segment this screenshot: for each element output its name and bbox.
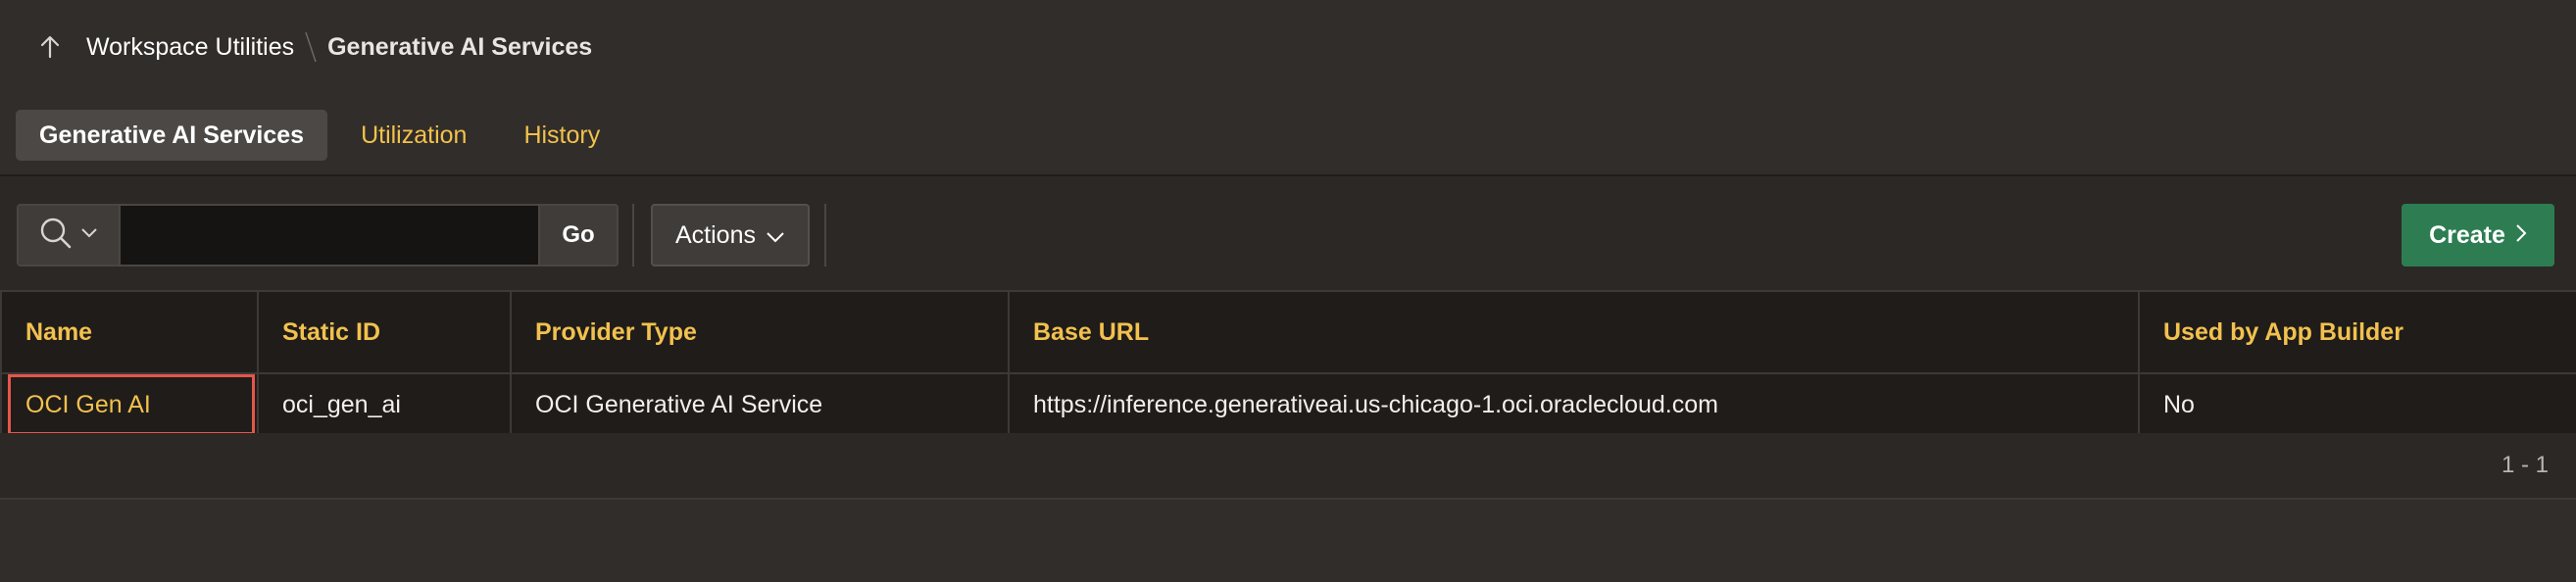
tab-utilization[interactable]: Utilization <box>337 110 490 161</box>
column-header-base-url[interactable]: Base URL <box>1008 290 2140 374</box>
create-label: Create <box>2429 220 2505 249</box>
pagination-bar: 1 - 1 <box>0 433 2576 500</box>
create-button[interactable]: Create <box>2402 204 2554 267</box>
service-name-link[interactable]: OCI Gen AI <box>25 391 151 418</box>
cell-base-url: https://inference.generativeai.us-chicag… <box>1008 372 2140 437</box>
toolbar-divider <box>824 204 826 267</box>
report-toolbar: Go Actions Create <box>0 176 2576 290</box>
arrow-up-icon[interactable] <box>35 32 65 62</box>
breadcrumb: Workspace Utilities Generative AI Servic… <box>0 0 2576 94</box>
toolbar-divider <box>632 204 634 267</box>
search-icon <box>39 217 73 255</box>
column-header-provider-type[interactable]: Provider Type <box>510 290 1010 374</box>
column-header-static-id[interactable]: Static ID <box>257 290 512 374</box>
go-button[interactable]: Go <box>540 206 617 265</box>
table-header-row: Name Static ID Provider Type Base URL Us… <box>0 290 2576 374</box>
search-input[interactable] <box>119 206 540 265</box>
tab-history[interactable]: History <box>500 110 623 161</box>
cell-name-link[interactable]: OCI Gen AI <box>0 372 259 437</box>
breadcrumb-separator <box>304 30 318 64</box>
column-header-name[interactable]: Name <box>0 290 259 374</box>
report-table: Name Static ID Provider Type Base URL Us… <box>0 290 2576 437</box>
breadcrumb-parent-link[interactable]: Workspace Utilities <box>86 33 294 62</box>
cell-static-id: oci_gen_ai <box>257 372 512 437</box>
chevron-right-icon <box>2515 221 2527 250</box>
tab-bar: Generative AI Services Utilization Histo… <box>0 106 2576 165</box>
chevron-down-icon <box>80 226 98 244</box>
table-row: OCI Gen AI oci_gen_ai OCI Generative AI … <box>0 372 2576 437</box>
breadcrumb-current: Generative AI Services <box>327 32 593 61</box>
cell-provider-type: OCI Generative AI Service <box>510 372 1010 437</box>
search-column-button[interactable] <box>19 206 119 265</box>
search-group: Go <box>17 204 619 267</box>
report-region: Go Actions Create Name Static ID Provide… <box>0 174 2576 500</box>
app-window: Workspace Utilities Generative AI Servic… <box>0 0 2576 582</box>
pagination-range: 1 - 1 <box>2501 452 2549 478</box>
tab-generative-ai-services[interactable]: Generative AI Services <box>16 110 328 161</box>
chevron-down-icon <box>766 221 785 250</box>
column-header-used-by-app-builder[interactable]: Used by App Builder <box>2138 290 2576 374</box>
actions-label: Actions <box>675 220 756 249</box>
actions-button[interactable]: Actions <box>651 204 810 267</box>
cell-used-by-app-builder: No <box>2138 372 2576 437</box>
